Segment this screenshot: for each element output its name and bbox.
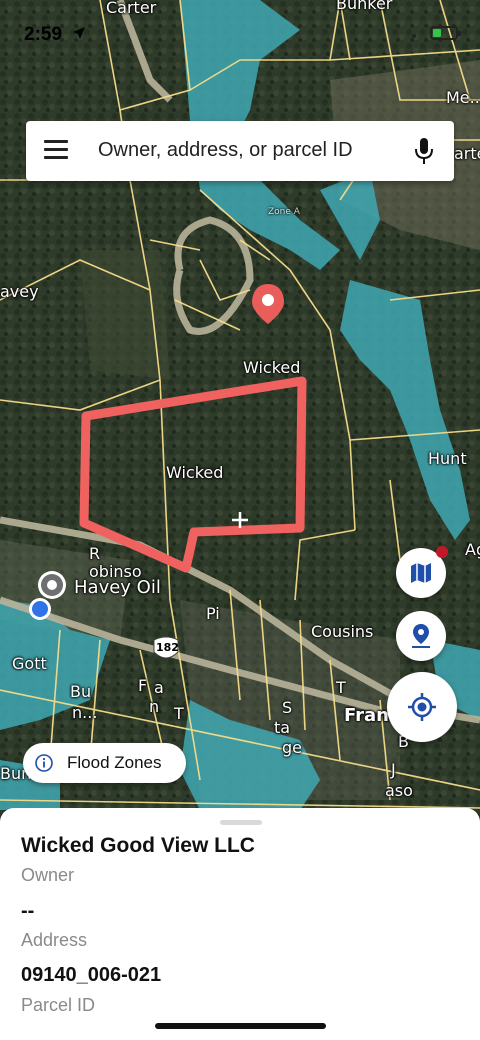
my-location-icon [408,693,436,721]
map-label-hunt: Hunt [428,449,467,468]
map-label-ge: ge [282,738,302,757]
address-value: -- [21,900,35,922]
business-marker-icon[interactable] [38,571,66,599]
user-location-icon [29,598,51,620]
map-label-f: F [138,676,148,695]
map-label-pi: Pi [206,604,220,623]
map-label-n: n [149,697,160,716]
status-dot [412,34,416,38]
parcel-id-value: 09140_006-021 [21,964,162,986]
location-arrow-icon [73,27,85,39]
map-label-me: Me.. [446,88,480,107]
map-label-s: S [282,698,293,717]
map-label-carter-right: arter [454,144,480,163]
search-bar[interactable]: Owner, address, or parcel ID [26,121,454,181]
parcel-details-sheet[interactable]: Wicked Good View LLC Owner -- Address 09… [0,808,480,1040]
map-label-zone-a: Zone A [268,207,300,217]
map-label-aso: aso [385,781,413,800]
map-label-gott: Gott [12,654,47,673]
owner-name: Wicked Good View LLC [21,834,255,857]
info-icon [35,754,53,772]
sheet-drag-handle[interactable] [220,820,262,825]
map-label-t2: T [336,678,346,697]
status-time: 2:59 [24,24,63,45]
map-label-bunker: Bunker [336,0,393,13]
route-182-label: 182 [156,641,179,654]
battery-icon [430,26,461,40]
map-label-n-dots: n... [72,703,98,722]
search-input[interactable]: Owner, address, or parcel ID [98,139,353,162]
notification-badge [436,546,448,558]
status-bar: 2:59 [0,20,480,52]
menu-icon[interactable] [44,140,68,160]
map-label-carter: Carter [106,0,157,17]
map-label-wicked-center: Wicked [166,463,224,482]
map-label-avey: avey [0,282,39,301]
microphone-icon[interactable] [414,137,434,165]
map-label-a: a [154,678,164,697]
map-icon [411,563,431,583]
owner-label: Owner [21,865,75,885]
map-label-j: J [391,760,396,779]
map-label-ag: Ag [465,540,480,559]
place-pin-icon [412,624,430,648]
map-label-cousins: Cousins [311,622,374,641]
map-label-robinson-r: R [89,544,101,563]
drop-pin-button[interactable] [396,611,446,661]
flood-zones-label: Flood Zones [67,753,162,772]
address-label: Address [21,930,88,950]
map-label-havey-oil[interactable]: Havey Oil [74,579,161,597]
my-location-button[interactable] [387,672,457,742]
map-label-ta: ta [274,718,291,737]
flood-zones-toggle[interactable]: Flood Zones [23,743,186,783]
home-indicator [155,1023,326,1029]
map-layers-button[interactable] [396,546,448,598]
map-label-bu: Bu [70,682,92,701]
map-label-wicked-top: Wicked [243,358,301,377]
map-label-t1: T [174,704,184,723]
parcel-id-label: Parcel ID [21,995,96,1015]
